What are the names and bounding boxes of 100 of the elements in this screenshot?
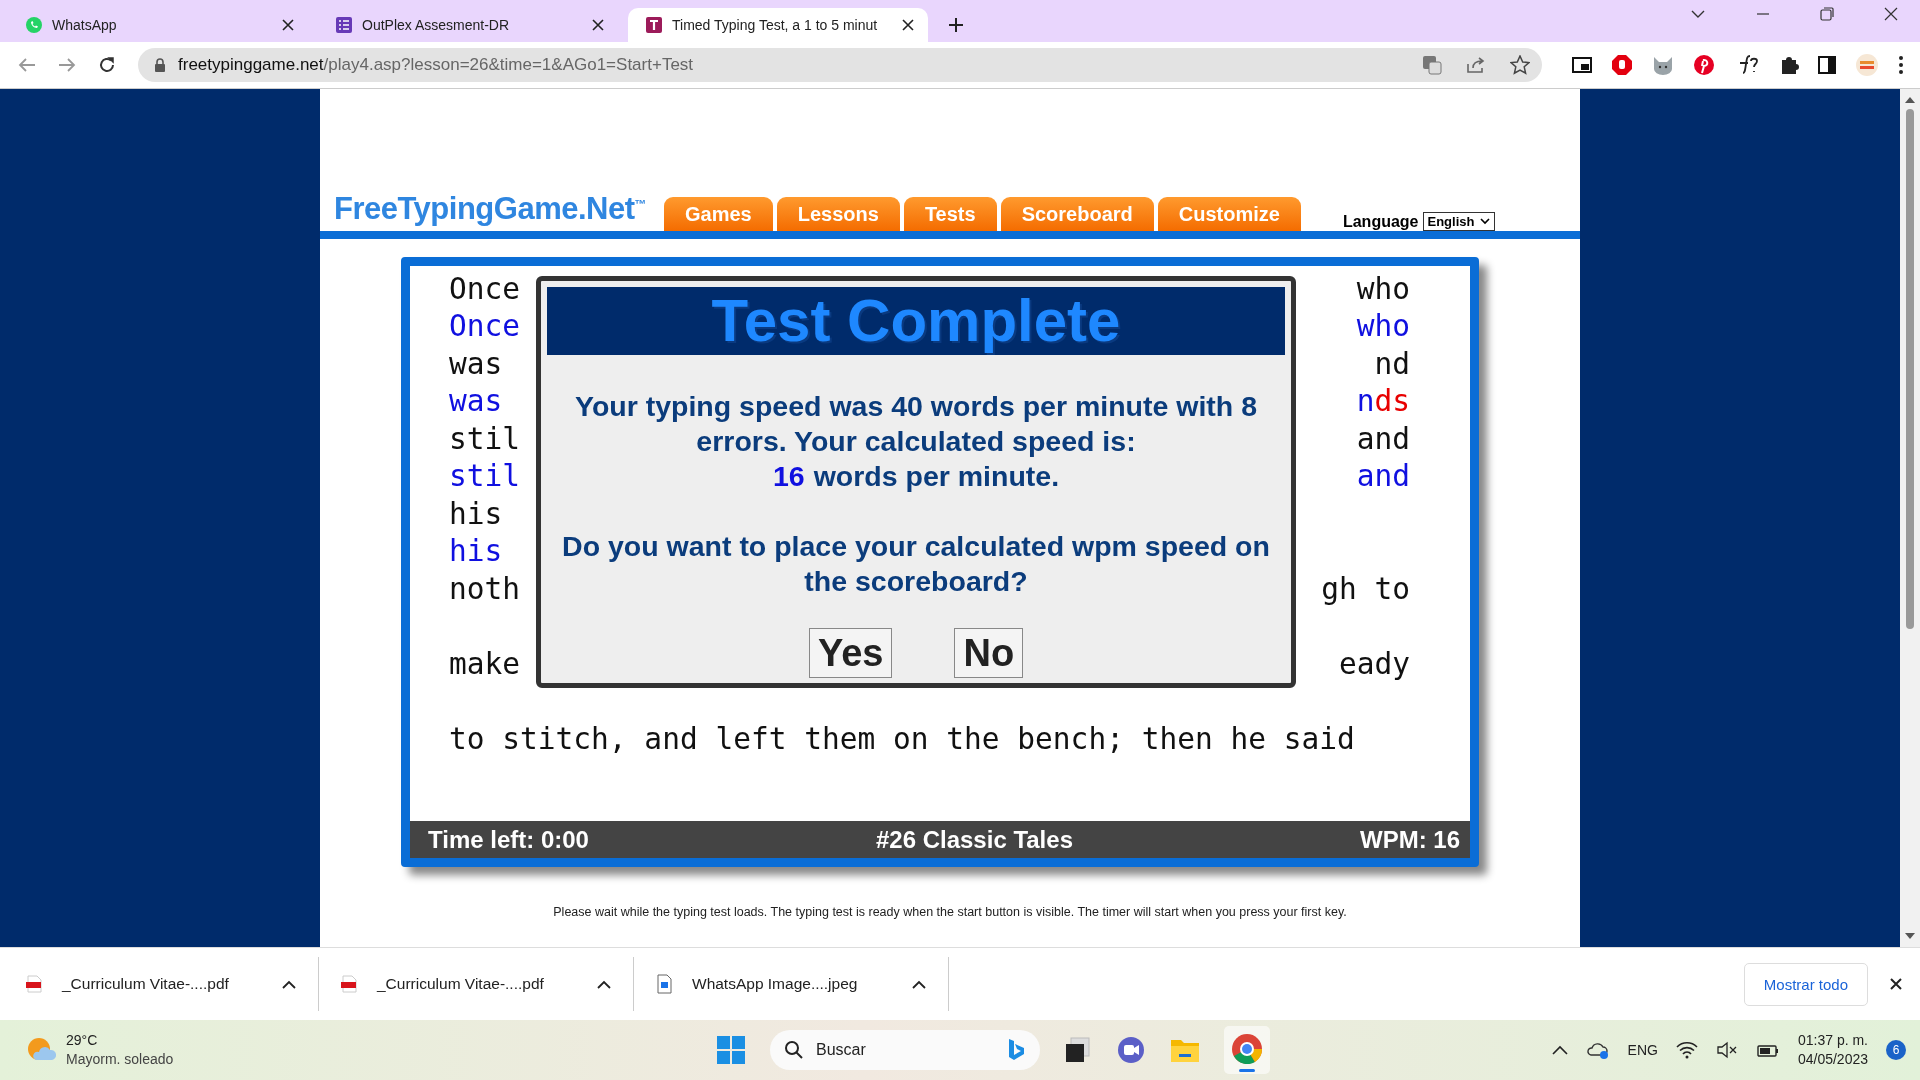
source-text: eady [1338,646,1410,681]
source-text: noth [449,571,521,606]
pdf-file-icon [26,975,42,993]
source-text: and [1356,421,1410,456]
file-name: _Curriculum Vitae-....pdf [377,975,545,993]
scroll-down-icon[interactable] [1905,933,1915,939]
typed-text: Once [449,309,521,344]
star-icon[interactable] [1510,55,1530,75]
form-icon [335,16,353,34]
search-field[interactable]: Buscar [814,1040,994,1060]
download-item[interactable]: WhatsApp Image....jpeg [656,957,949,1011]
pin-logo-icon[interactable] [1693,54,1715,76]
language-select[interactable]: English [1422,212,1496,231]
typed-text: who [1356,309,1410,344]
picture-in-picture-icon[interactable] [1572,57,1592,73]
tab-title: WhatsApp [52,17,118,33]
typed-text: and [1356,459,1410,494]
wpm-reading: WPM: 16 [1360,825,1460,854]
more-icon[interactable] [1898,55,1904,75]
close-icon[interactable] [1890,978,1902,990]
yes-button[interactable]: Yes [808,628,893,678]
address-bar[interactable]: freetypinggame.net/play4.asp?lesson=26&time=1&AGo1=Start+Test [138,48,1542,82]
back-icon[interactable] [18,57,36,73]
restore-icon[interactable] [1820,7,1834,21]
file-name: WhatsApp Image....jpeg [692,975,859,993]
source-text: Once [449,271,521,306]
share-icon[interactable] [1466,56,1486,74]
browser-app-button[interactable] [1224,1026,1270,1074]
temperature: 29°C [66,1031,99,1050]
language-label: Language [1342,212,1419,231]
tab-title: OutPlex Assesment-DR [362,17,511,33]
source-text: stil [449,421,521,456]
lock-icon [154,58,166,72]
close-icon[interactable] [282,19,294,31]
source-text: gh to [1321,571,1410,606]
speed-unit: words per minute. [813,459,1060,494]
browser-tab[interactable]: WhatsApp [8,8,308,42]
typed-text: nds [1356,384,1410,419]
browser-tab[interactable]: OutPlex Assesment-DR [318,8,618,42]
letter-icon [645,16,663,34]
notification-badge[interactable]: 6 [1886,1040,1906,1060]
scrollbar[interactable] [1900,89,1920,947]
lesson-title: #26 Classic Tales [875,825,1073,854]
muted-speaker-icon[interactable] [1715,1041,1738,1059]
folder-icon[interactable] [1170,1037,1200,1063]
browser-icon [1230,1032,1264,1066]
input-language[interactable]: ENG [1627,1042,1658,1058]
scroll-up-icon[interactable] [1905,97,1915,103]
reload-icon[interactable] [98,56,116,74]
search-bar[interactable]: Buscar [770,1030,1040,1070]
weather-text: Mayorm. soleado [66,1050,174,1069]
file-name: _Curriculum Vitae-....pdf [62,975,230,993]
source-text: make [449,646,521,681]
video-chat-icon[interactable] [1116,1036,1146,1064]
site-logo[interactable]: FreeTypingGame.Net$^{™}$ [334,191,646,227]
close-icon[interactable] [1884,7,1898,21]
close-icon[interactable] [592,19,604,31]
task-view-icon[interactable] [1064,1036,1092,1064]
chevron-down-icon [1480,218,1491,225]
cloud-sync-icon[interactable] [1585,1040,1610,1060]
clock-time[interactable]: 01:37 p. m. [1797,1031,1868,1050]
source-text: who [1356,271,1410,306]
show-all-button[interactable]: Mostrar todo [1743,962,1868,1006]
tab-title: Timed Typing Test, a 1 to 5 minut [672,17,879,33]
chevron-up-icon[interactable] [912,979,926,989]
scrollbar-thumb[interactable] [1906,109,1914,629]
windows-icon[interactable] [716,1035,746,1065]
typed-text: stil [449,459,521,494]
close-icon[interactable] [902,19,914,31]
clock-date[interactable]: 04/05/2023 [1797,1050,1868,1069]
chevron-up-icon[interactable] [282,979,296,989]
chat-icon [25,16,43,34]
download-item[interactable]: _Curriculum Vitae-....pdf [26,957,319,1011]
time-left: Time left: 0:00 [428,825,589,854]
source-text: to stitch, and left them on the bench; then he said [449,721,1355,756]
image-file-icon [656,974,672,994]
browser-tab[interactable]: Timed Typing Test, a 1 to 5 minut [628,8,928,42]
search-icon [784,1040,804,1060]
translate-icon[interactable] [1422,55,1442,75]
new-tab-icon[interactable] [948,17,964,33]
wifi-icon[interactable] [1675,1041,1698,1059]
no-button[interactable]: No [954,628,1024,678]
typed-text: his [449,534,503,569]
url-text: freetypinggame.net/play4.asp?lesson=26&time=1&AGo1=Start+Test [178,55,694,75]
side-panel-icon[interactable] [1818,56,1836,74]
download-item[interactable]: _Curriculum Vitae-....pdf [341,957,634,1011]
chevron-down-icon[interactable] [1690,9,1706,19]
loading-note: Please wait while the typing test loads. The typing test is ready when the start button is visible. The timer will start when you press your first key. [553,905,1347,919]
forward-icon[interactable] [58,57,76,73]
scoreboard-question: Do you want to place your calculated wpm speed on the scoreboard? [561,529,1271,599]
source-text: nd [1374,346,1410,381]
dialog-title: Test Complete [547,287,1285,355]
puzzle-icon[interactable] [1779,55,1799,75]
source-text: his [449,496,503,531]
cat-icon[interactable] [1652,55,1674,75]
source-text: was [449,346,503,381]
calculated-speed: 16 [772,459,805,494]
typed-text: was [449,384,503,419]
chevron-up-icon[interactable] [597,979,611,989]
chevron-up-icon[interactable] [1551,1045,1568,1055]
